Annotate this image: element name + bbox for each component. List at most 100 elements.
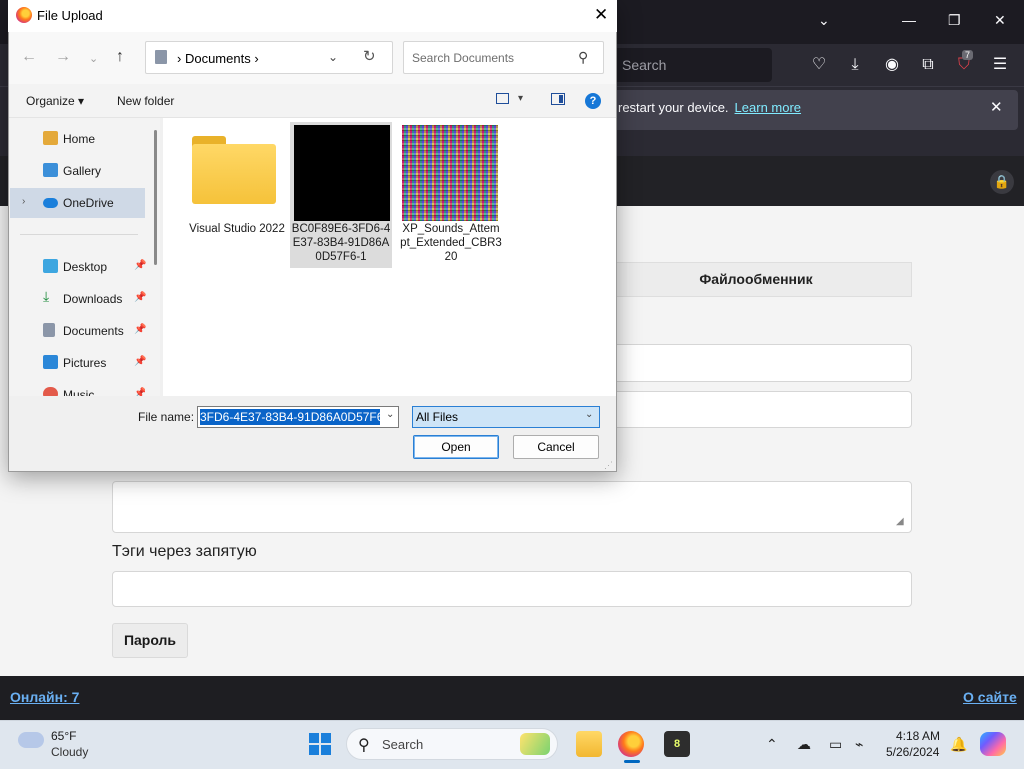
menu-icon[interactable]: ☰ bbox=[989, 54, 1011, 76]
minimize-icon[interactable]: — bbox=[902, 12, 916, 28]
url-bar[interactable]: Search bbox=[614, 48, 772, 82]
resize-grip-icon[interactable]: ⋰ bbox=[604, 460, 613, 471]
notification-close-icon[interactable]: ✕ bbox=[990, 98, 1003, 116]
nav-item-gallery[interactable]: Gallery bbox=[10, 156, 145, 186]
documents-icon bbox=[155, 50, 167, 64]
close-window-icon[interactable]: ✕ bbox=[994, 12, 1006, 29]
nav-label: Documents bbox=[63, 324, 124, 338]
learn-more-link[interactable]: Learn more bbox=[735, 100, 801, 115]
nav-label: Music bbox=[63, 388, 95, 396]
nav-label: Pictures bbox=[63, 356, 107, 370]
nav-scrollbar[interactable] bbox=[154, 130, 157, 265]
open-button[interactable]: Open bbox=[413, 435, 499, 459]
restore-icon[interactable]: ❐ bbox=[948, 12, 961, 29]
nav-item-pictures[interactable]: Pictures 📌 bbox=[10, 348, 147, 378]
cancel-button[interactable]: Cancel bbox=[513, 435, 599, 459]
weather-temperature[interactable]: 65°F bbox=[51, 729, 76, 743]
file-item-selected[interactable]: BC0F89E6-3FD6-4E37-83B4-91D86A0D57F6-1 bbox=[290, 122, 392, 268]
tab-fileshare[interactable]: Файлообменник bbox=[600, 262, 912, 297]
folder-icon-body bbox=[192, 144, 276, 204]
dialog-close-icon[interactable]: ✕ bbox=[594, 5, 608, 25]
view-dropdown-icon[interactable]: ▾ bbox=[518, 93, 523, 104]
nav-item-downloads[interactable]: ⤓ Downloads 📌 bbox=[10, 284, 147, 314]
resize-grip-icon[interactable]: ◢ bbox=[896, 516, 908, 528]
pocket-icon[interactable]: ♡ bbox=[808, 54, 830, 76]
description-textarea[interactable] bbox=[112, 481, 912, 533]
app-icon[interactable]: 8 bbox=[664, 731, 690, 757]
nav-divider bbox=[20, 234, 138, 235]
file-name-value[interactable]: 3FD6-4E37-83B4-91D86A0D57F6-1 bbox=[200, 409, 380, 425]
password-button[interactable]: Пароль bbox=[112, 623, 188, 658]
file-name: Visual Studio 2022 bbox=[189, 223, 285, 235]
clock-date[interactable]: 5/26/2024 bbox=[886, 745, 939, 759]
cloud-weather-icon[interactable] bbox=[18, 732, 44, 748]
nav-item-home[interactable]: Home bbox=[10, 124, 145, 154]
forward-arrow-icon[interactable]: → bbox=[55, 48, 71, 66]
notification-bell-icon[interactable]: 🔔 bbox=[950, 736, 967, 753]
search-highlight-icon bbox=[520, 733, 550, 755]
copilot-icon[interactable] bbox=[980, 732, 1006, 756]
nav-item-music[interactable]: Music 📌 bbox=[10, 380, 145, 396]
pin-icon: 📌 bbox=[134, 260, 147, 271]
file-type-dropdown-icon[interactable]: ⌄ bbox=[585, 409, 593, 420]
extension-badge: 7 bbox=[962, 50, 974, 60]
nav-item-desktop[interactable]: Desktop 📌 bbox=[10, 252, 147, 282]
notification-text: restart your device. bbox=[618, 100, 729, 115]
breadcrumb[interactable]: › Documents › bbox=[177, 51, 259, 66]
weather-description[interactable]: Cloudy bbox=[51, 745, 88, 759]
breadcrumb-documents[interactable]: Documents bbox=[185, 51, 251, 66]
preview-pane-icon-inner bbox=[559, 95, 563, 103]
file-type-value: All Files bbox=[416, 410, 459, 424]
help-icon[interactable]: ? bbox=[585, 93, 601, 109]
nav-label: Desktop bbox=[63, 260, 108, 274]
pin-icon: 📌 bbox=[134, 356, 147, 367]
refresh-icon[interactable]: ↻ bbox=[363, 47, 376, 65]
image-thumbnail bbox=[294, 125, 390, 221]
address-dropdown-icon[interactable]: ⌄ bbox=[328, 50, 338, 64]
new-folder-button[interactable]: New folder bbox=[117, 94, 174, 108]
account-icon[interactable]: ◉ bbox=[881, 54, 903, 76]
display-icon[interactable]: ▭ bbox=[829, 736, 842, 753]
onedrive-offline-icon[interactable]: ☁ bbox=[797, 736, 811, 753]
extensions-icon[interactable]: ⧉ bbox=[917, 54, 939, 76]
about-link[interactable]: О сайте bbox=[963, 689, 1017, 705]
file-item[interactable]: XP_Sounds_Attempt_Extended_CBR320 bbox=[400, 122, 502, 268]
dialog-title: File Upload bbox=[37, 8, 103, 23]
tags-input[interactable] bbox=[112, 571, 912, 607]
file-name: XP_Sounds_Attempt_Extended_CBR320 bbox=[400, 223, 502, 263]
text-field[interactable] bbox=[600, 391, 912, 428]
text-field[interactable] bbox=[600, 344, 912, 382]
list-tabs-icon[interactable]: ⌄ bbox=[818, 12, 830, 29]
up-arrow-icon[interactable]: ↑ bbox=[116, 48, 124, 66]
pin-icon: 📌 bbox=[134, 388, 145, 396]
cloud-icon bbox=[43, 198, 58, 208]
pin-icon: 📌 bbox=[134, 292, 147, 303]
firefox-icon[interactable] bbox=[618, 731, 644, 757]
desktop-icon bbox=[43, 259, 58, 273]
file-name-dropdown-icon[interactable]: ⌄ bbox=[386, 409, 394, 420]
online-count-link[interactable]: Онлайн: 7 bbox=[10, 689, 79, 705]
organize-button[interactable]: Organize ▾ bbox=[26, 94, 84, 108]
file-item-folder[interactable]: Visual Studio 2022 bbox=[186, 122, 288, 262]
network-icon[interactable]: ⌁ bbox=[855, 736, 863, 753]
pin-icon: 📌 bbox=[134, 324, 147, 335]
active-app-indicator bbox=[624, 760, 640, 763]
expand-chevron-icon[interactable]: › bbox=[22, 196, 25, 207]
home-icon bbox=[43, 131, 58, 145]
nav-item-onedrive[interactable]: › OneDrive bbox=[10, 188, 145, 218]
back-arrow-icon[interactable]: ← bbox=[21, 48, 37, 66]
view-icon[interactable] bbox=[496, 93, 509, 104]
downloads-icon[interactable]: ⤓ bbox=[844, 54, 866, 76]
nav-item-documents[interactable]: Documents 📌 bbox=[10, 316, 147, 346]
image-thumbnail bbox=[402, 125, 498, 221]
dialog-toolbar bbox=[9, 84, 616, 118]
lock-icon[interactable]: 🔒 bbox=[990, 170, 1014, 194]
file-explorer-icon[interactable] bbox=[576, 731, 602, 757]
file-name-label: File name: bbox=[138, 410, 195, 424]
windows-start-icon[interactable] bbox=[309, 733, 331, 755]
taskbar-search-label: Search bbox=[382, 737, 424, 752]
show-hidden-icons-icon[interactable]: ⌃ bbox=[766, 736, 778, 753]
search-icon[interactable]: ⚲ bbox=[578, 49, 588, 66]
clock-time[interactable]: 4:18 AM bbox=[896, 729, 940, 743]
recent-locations-icon[interactable]: ⌄ bbox=[89, 52, 98, 65]
